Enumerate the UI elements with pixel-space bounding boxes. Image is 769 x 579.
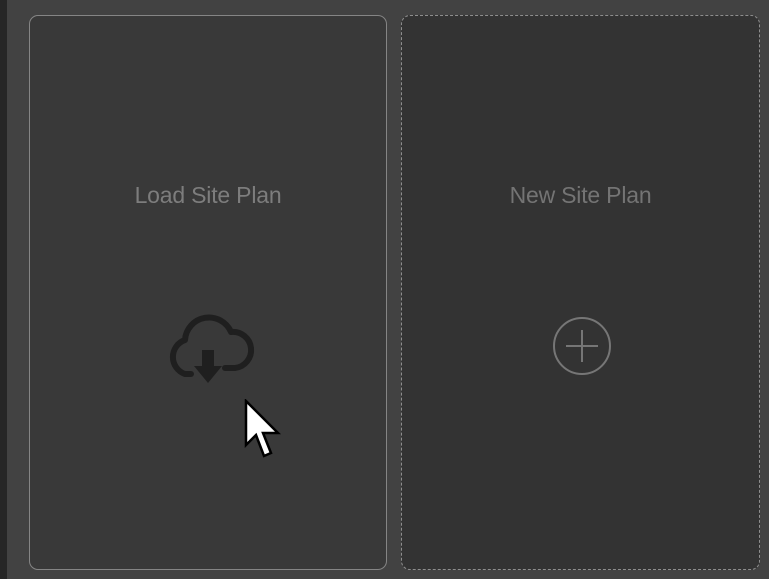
load-site-plan-card[interactable]: Load Site Plan <box>29 15 387 570</box>
new-site-plan-card[interactable]: New Site Plan <box>401 15 760 570</box>
left-edge-strip <box>0 0 7 579</box>
cloud-download-icon <box>169 314 255 383</box>
load-site-plan-label: Load Site Plan <box>134 182 282 208</box>
new-site-plan-label: New Site Plan <box>509 182 652 208</box>
plus-circle-icon <box>553 317 611 375</box>
